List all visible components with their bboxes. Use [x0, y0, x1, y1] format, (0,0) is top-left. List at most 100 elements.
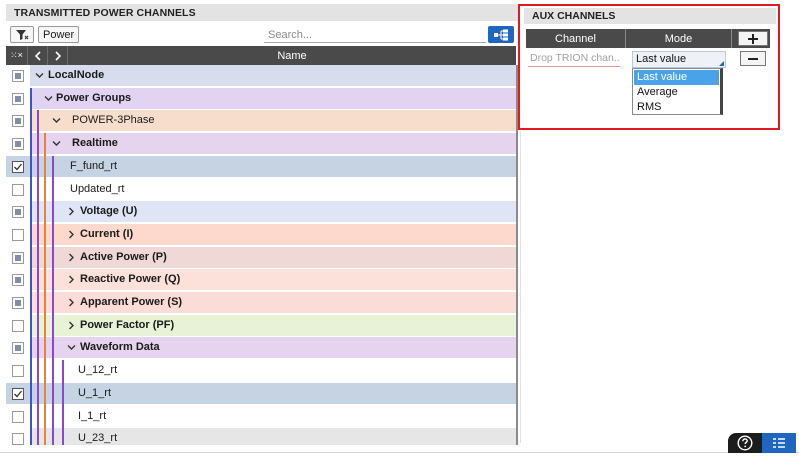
minus-icon [748, 57, 758, 60]
tree-view-button[interactable] [488, 26, 514, 43]
column-header-mode[interactable]: Mode [626, 29, 732, 48]
tree-row-label: I_1_rt [78, 409, 107, 422]
tree-guide-line [62, 360, 64, 445]
tree-row-label: Updated_rt [70, 182, 125, 195]
row-checkbox[interactable] [12, 70, 24, 82]
chevron-right-icon[interactable] [67, 230, 76, 239]
tree-row[interactable]: Reactive Power (Q) [6, 269, 516, 292]
add-aux-channel-button[interactable] [738, 31, 768, 46]
row-checkbox[interactable] [12, 115, 24, 128]
dropdown-caret-icon [719, 61, 724, 66]
mode-option-average[interactable]: Average [634, 85, 719, 100]
aux-table-header: Channel Mode [526, 29, 770, 48]
mode-option-last-value[interactable]: Last value [634, 70, 719, 85]
tree-row[interactable]: U_23_rt [6, 428, 516, 445]
aux-panel-title: AUX CHANNELS [524, 8, 776, 24]
right-panel-area [520, 131, 778, 443]
row-checkbox[interactable] [12, 433, 24, 445]
power-filter-button[interactable]: Power [38, 26, 80, 43]
filter-icon [16, 29, 29, 40]
row-checkbox[interactable] [12, 160, 24, 173]
chevron-right-icon [54, 50, 61, 61]
tree-row[interactable]: Voltage (U) [6, 201, 516, 224]
tree-row-label: Voltage (U) [80, 205, 138, 218]
table-header: ⁙× Name [6, 46, 516, 65]
expand-button[interactable] [48, 46, 68, 65]
plus-icon [748, 33, 758, 44]
tree-row[interactable]: I_1_rt [6, 405, 516, 428]
tree-row[interactable]: Realtime [6, 133, 516, 156]
tree-guide-line [52, 155, 54, 445]
tree-row[interactable]: LocalNode [6, 65, 516, 87]
help-icon [737, 435, 753, 451]
column-header-name[interactable]: Name [68, 46, 516, 65]
checkmark-icon [14, 390, 23, 398]
row-checkbox[interactable] [12, 251, 24, 264]
chevron-down-icon[interactable] [44, 94, 53, 103]
chevron-right-icon[interactable] [67, 321, 76, 330]
drop-channel-field[interactable]: Drop TRION chan... [528, 52, 620, 67]
tree-row[interactable]: Apparent Power (S) [6, 292, 516, 314]
tree-row[interactable]: Active Power (P) [6, 246, 516, 269]
tree-row-label: U_1_rt [78, 386, 112, 399]
tree-row[interactable]: F_fund_rt [6, 155, 516, 178]
row-checkbox[interactable] [12, 183, 24, 196]
chevron-left-icon [34, 50, 41, 61]
bottom-divider [0, 452, 799, 453]
column-header-channel[interactable]: Channel [526, 29, 626, 48]
list-icon [773, 438, 785, 448]
row-checkbox[interactable] [12, 297, 24, 309]
channel-list-button[interactable] [762, 433, 796, 453]
tree-row[interactable]: Current (I) [6, 223, 516, 246]
row-checkbox[interactable] [12, 319, 24, 332]
tree-row-label: Active Power (P) [80, 250, 167, 263]
tree-row[interactable]: Waveform Data [6, 337, 516, 360]
chevron-right-icon[interactable] [67, 275, 76, 284]
channel-tree: LocalNode Power Groups POWER-3Phase Realtim… [6, 65, 516, 445]
tree-guide-line [30, 87, 32, 445]
row-checkbox[interactable] [12, 206, 24, 219]
transmitted-power-channels-panel: TRANSMITTED POWER CHANNELS Power ⁙× Name… [6, 4, 518, 445]
row-checkbox[interactable] [12, 410, 24, 423]
row-checkbox[interactable] [12, 92, 24, 105]
panel-title: TRANSMITTED POWER CHANNELS [6, 4, 518, 21]
tree-row[interactable]: Updated_rt [6, 178, 516, 201]
chevron-right-icon[interactable] [67, 207, 76, 216]
chevron-right-icon[interactable] [67, 253, 76, 262]
tree-guide-line [37, 110, 39, 445]
chevron-down-icon[interactable] [52, 139, 61, 148]
tree-row[interactable]: U_1_rt [6, 382, 516, 405]
tree-row-label: Apparent Power (S) [80, 296, 183, 308]
chevron-right-icon[interactable] [67, 298, 76, 307]
chevron-down-icon[interactable] [67, 343, 76, 352]
help-button[interactable] [728, 433, 762, 453]
tree-view-icon [494, 29, 508, 40]
mode-select[interactable]: Last value [632, 51, 726, 68]
tree-row[interactable]: Power Factor (PF) [6, 314, 516, 337]
chevron-down-icon[interactable] [35, 71, 44, 80]
row-checkbox[interactable] [12, 228, 24, 241]
mode-dropdown-list: Last value Average RMS [632, 68, 723, 115]
tree-row-label: Waveform Data [80, 341, 160, 354]
row-checkbox[interactable] [12, 274, 24, 287]
remove-aux-channel-button[interactable] [740, 51, 766, 66]
tree-row-label: F_fund_rt [70, 159, 118, 172]
tree-row-label: Power Groups [56, 91, 132, 104]
filter-button[interactable] [10, 26, 34, 43]
tree-row-label: Current (I) [80, 227, 134, 240]
tree-row[interactable]: Power Groups [6, 87, 516, 110]
row-checkbox[interactable] [12, 342, 24, 355]
row-checkbox[interactable] [12, 365, 24, 378]
tree-row-label: U_12_rt [78, 364, 118, 377]
search-input[interactable] [264, 27, 486, 43]
collapse-button[interactable] [28, 46, 48, 65]
row-checkbox[interactable] [12, 138, 24, 151]
tree-row[interactable]: POWER-3Phase [6, 110, 516, 133]
chevron-down-icon[interactable] [52, 116, 61, 125]
column-toggle-button[interactable]: ⁙× [6, 46, 28, 65]
row-checkbox[interactable] [12, 387, 24, 400]
tree-row-label: Power Factor (PF) [80, 318, 175, 331]
tree-row[interactable]: U_12_rt [6, 360, 516, 383]
aux-channels-panel: AUX CHANNELS Channel Mode Drop TRION cha… [518, 4, 780, 130]
mode-option-rms[interactable]: RMS [634, 100, 719, 115]
